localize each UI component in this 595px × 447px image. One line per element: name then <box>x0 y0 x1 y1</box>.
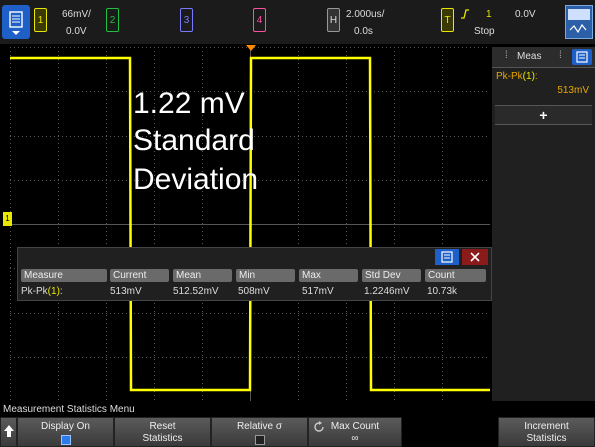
display-on-checkbox[interactable] <box>60 435 71 445</box>
measurement-sidebar: ⁞ Meas ⁞ Pk-Pk(1): 513mV + <box>492 47 595 401</box>
add-measurement-button[interactable]: + <box>495 105 592 125</box>
ch1-offset: 0.0V <box>66 26 87 37</box>
stats-menu-button[interactable] <box>435 249 459 265</box>
stats-measure-name: Pk-Pk <box>21 286 48 297</box>
col-header-measure: Measure <box>21 269 107 282</box>
stats-min: 508mV <box>238 286 270 297</box>
stats-mean: 512.52mV <box>173 286 219 297</box>
list-icon <box>441 251 453 263</box>
ground-reference-marker: 1 <box>3 212 12 226</box>
col-header-count: Count <box>425 269 486 282</box>
overlay-line-3: Deviation <box>133 163 259 196</box>
softkey-relative-sigma[interactable]: Relative σ <box>211 417 308 447</box>
stats-current: 513mV <box>110 286 142 297</box>
meas-item-pkpk[interactable]: Pk-Pk(1): 513mV <box>492 69 595 99</box>
softkey-display-on[interactable]: Display On <box>17 417 114 447</box>
softkey-empty <box>402 417 498 447</box>
softkey-sublabel: ∞ <box>351 433 359 444</box>
menu-title: Measurement Statistics Menu <box>0 403 595 417</box>
stats-close-button[interactable] <box>462 249 488 265</box>
overlay-line-1: 1.22 mV <box>133 87 245 120</box>
channel-3-button[interactable]: 3 <box>180 8 193 32</box>
softkey-max-count[interactable]: Max Count ∞ <box>308 417 402 447</box>
trigger-button[interactable]: T <box>441 8 454 32</box>
up-arrow-icon <box>3 425 14 437</box>
waveform-grid[interactable] <box>10 47 490 401</box>
menu-icon <box>9 11 23 35</box>
overlay-line-2: Standard <box>133 124 255 157</box>
sidebar-title: Meas <box>517 51 542 62</box>
sidebar-grip-icon[interactable]: ⁞ <box>559 50 562 61</box>
ch1-scale: 66mV/ <box>62 9 91 20</box>
channel-2-button[interactable]: 2 <box>106 8 119 32</box>
softkey-label: Increment <box>524 421 569 432</box>
relative-sigma-checkbox[interactable] <box>254 435 265 445</box>
back-button[interactable] <box>0 417 17 447</box>
sidebar-menu-button[interactable] <box>572 49 592 65</box>
col-header-min: Min <box>236 269 295 282</box>
softkey-reset-statistics[interactable]: Reset Statistics <box>114 417 211 447</box>
rising-edge-icon <box>461 9 469 19</box>
stats-measure-cell: Pk-Pk(1): <box>21 286 63 297</box>
col-header-mean: Mean <box>173 269 232 282</box>
list-icon <box>576 51 588 63</box>
trigger-position-marker <box>246 45 256 51</box>
sidebar-header: ⁞ Meas ⁞ <box>492 47 595 68</box>
meas-source: (1) <box>522 71 535 82</box>
close-icon <box>470 252 480 262</box>
softkey-increment-statistics[interactable]: Increment Statistics <box>498 417 595 447</box>
softkey-label: Relative σ <box>236 421 283 432</box>
waveform-icon <box>568 9 590 34</box>
meas-name: Pk-Pk <box>496 71 523 82</box>
run-status: Stop <box>474 26 495 37</box>
softkey-label: Display On <box>41 421 90 432</box>
stats-measure-source: (1) <box>47 286 60 297</box>
measurement-statistics-window: Measure Current Mean Min Max Std Dev Cou… <box>17 247 492 301</box>
channel-1-button[interactable]: 1 <box>34 8 47 32</box>
main-menu-button[interactable] <box>2 5 30 39</box>
top-status-bar: 1 66mV/ 0.0V 2 3 4 H 2.000us/ 0.0s T 1 0… <box>0 0 595 44</box>
stats-stddev: 1.2246mV <box>364 286 410 297</box>
col-header-max: Max <box>299 269 358 282</box>
trigger-level: 0.0V <box>515 9 536 20</box>
horizontal-scale: 2.000us/ <box>346 9 385 20</box>
softkey-label: Reset <box>149 421 176 432</box>
trigger-source: 1 <box>486 9 492 20</box>
stats-measure-suffix: : <box>59 286 63 297</box>
sidebar-grip-icon[interactable]: ⁞ <box>505 50 508 61</box>
stats-count: 10.73k <box>427 286 458 297</box>
softkey-sublabel: Statistics <box>142 433 183 444</box>
meas-value: 513mV <box>557 85 589 96</box>
meas-suffix: : <box>534 71 538 82</box>
horizontal-position: 0.0s <box>354 26 373 37</box>
channel-4-button[interactable]: 4 <box>253 8 266 32</box>
rotate-knob-icon <box>314 421 324 432</box>
horizontal-button[interactable]: H <box>327 8 340 32</box>
softkey-sublabel: Statistics <box>526 433 567 444</box>
col-header-current: Current <box>110 269 169 282</box>
col-header-stddev: Std Dev <box>362 269 421 282</box>
waveform-view-button[interactable] <box>565 5 593 39</box>
stats-max: 517mV <box>302 286 334 297</box>
